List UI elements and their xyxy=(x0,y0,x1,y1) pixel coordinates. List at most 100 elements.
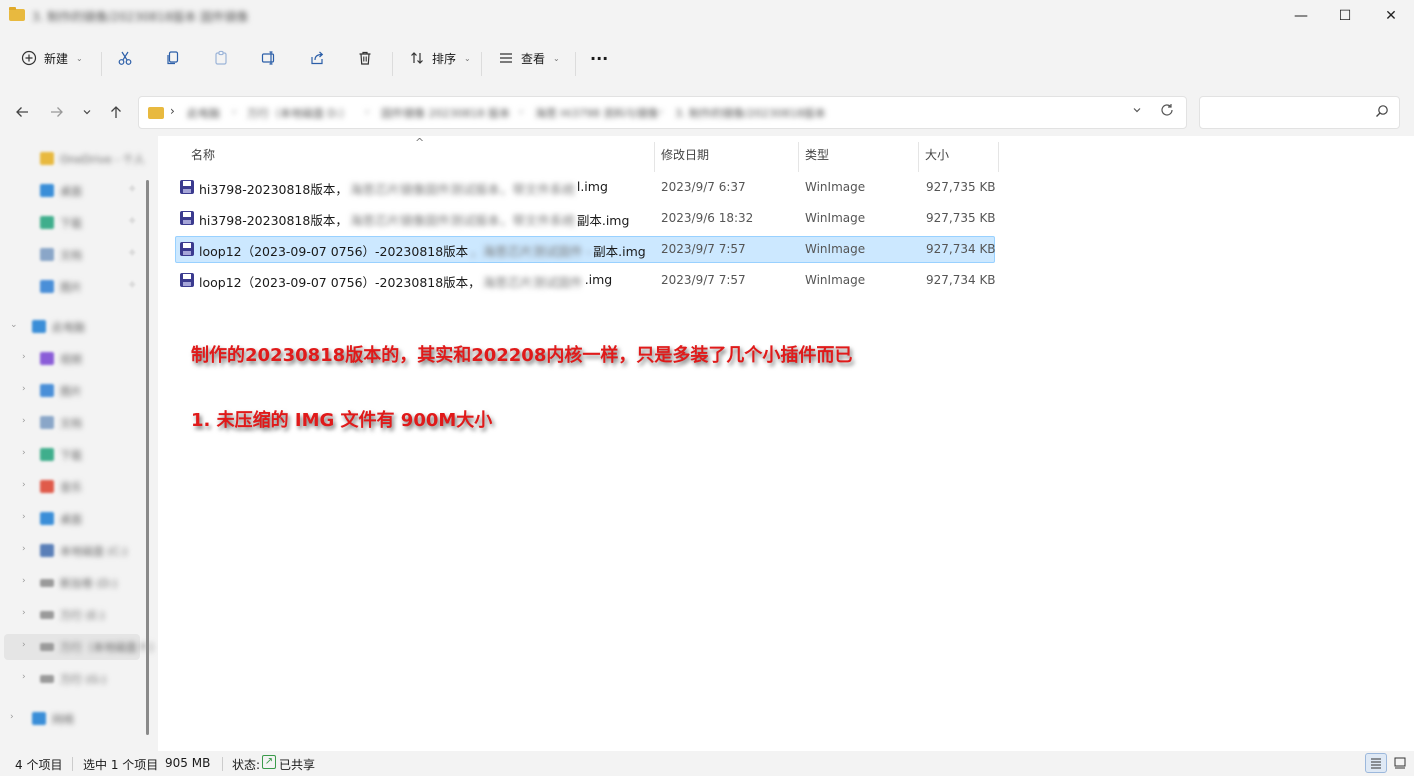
back-arrow-icon[interactable] xyxy=(8,98,36,126)
disk-image-icon xyxy=(180,211,194,225)
file-size: 927,734 KB xyxy=(926,242,996,256)
sidebar-item-label: 视频 xyxy=(60,353,82,366)
sidebar-item-drive-f[interactable]: › 万行（本地磁盘 F:） xyxy=(4,634,161,660)
address-bar[interactable]: › 此电脑 › 万行（本地磁盘 D:） › 固件镜像 20230818 版本 ›… xyxy=(138,96,1187,129)
file-date: 2023/9/7 7:57 xyxy=(661,242,746,256)
sidebar-item-downloads[interactable]: 下载 ✧ xyxy=(0,210,140,236)
address-dropdown-chevron-icon[interactable] xyxy=(1132,105,1142,118)
large-icons-view-icon[interactable] xyxy=(1389,753,1411,773)
refresh-icon[interactable] xyxy=(1160,103,1174,121)
details-view-icon[interactable] xyxy=(1365,753,1387,773)
sidebar-item-label: 图片 xyxy=(60,385,82,398)
chevron-right-icon: › xyxy=(22,640,26,650)
file-row[interactable]: hi3798-20230818版本， 海思芯片镜像固件测试版本，带文件系统 副本.i… xyxy=(175,205,996,232)
command-bar: 新建 ⌄ 排序 ⌄ 查看 ⌄ ··· xyxy=(0,32,1414,84)
sidebar-item-label: 万行 (E:) xyxy=(60,609,105,622)
file-type: WinImage xyxy=(805,211,866,225)
column-header-modified[interactable]: 修改日期 xyxy=(661,146,709,163)
recent-locations-chevron-icon[interactable] xyxy=(74,98,100,126)
sidebar-item-onedrive[interactable]: OneDrive - 个人 xyxy=(0,146,145,172)
file-row-selected[interactable]: loop12（2023-09-07 0756）-20230818版本 ，海思芯片测… xyxy=(175,236,996,263)
file-row[interactable]: hi3798-20230818版本， 海思芯片镜像固件测试版本，带文件系统 l.im… xyxy=(175,174,996,201)
breadcrumb-separator: › xyxy=(232,105,237,118)
chevron-down-icon: ⌄ xyxy=(553,53,560,63)
view-label: 查看 xyxy=(521,51,546,66)
file-date: 2023/9/7 6:37 xyxy=(661,180,746,194)
sidebar-scrollbar[interactable] xyxy=(146,180,149,735)
sidebar-item-this-pc[interactable]: ⌄ 此电脑 xyxy=(0,314,140,340)
chevron-right-icon: › xyxy=(22,352,26,362)
column-header-name[interactable]: 名称 xyxy=(191,146,215,163)
file-date: 2023/9/7 7:57 xyxy=(661,273,746,287)
sidebar-item-documents[interactable]: 文档 ✧ xyxy=(0,242,140,268)
file-type: WinImage xyxy=(805,242,866,256)
close-button[interactable]: ✕ xyxy=(1368,0,1414,32)
plus-circle-icon xyxy=(20,49,38,67)
column-divider[interactable] xyxy=(998,142,999,172)
toolbar-divider xyxy=(392,52,393,76)
sidebar-item-label: 网络 xyxy=(52,713,74,726)
column-divider[interactable] xyxy=(654,142,655,172)
sidebar-item-music[interactable]: › 音乐 xyxy=(0,474,140,500)
selected-size: 905 MB xyxy=(165,756,211,770)
shared-icon: ↗ xyxy=(262,755,276,769)
sidebar-item-label: 本地磁盘 (C:) xyxy=(60,545,128,558)
scissors-icon xyxy=(116,49,134,67)
breadcrumb-item[interactable]: 固件镜像 20230818 版本 xyxy=(381,105,510,121)
copy-button[interactable] xyxy=(164,42,182,74)
chevron-right-icon: › xyxy=(22,672,26,682)
drive-icon xyxy=(40,675,54,683)
search-input[interactable] xyxy=(1199,96,1400,129)
paste-button[interactable] xyxy=(212,42,230,74)
rename-button[interactable] xyxy=(260,42,278,74)
video-icon xyxy=(40,352,54,365)
up-arrow-icon[interactable] xyxy=(102,98,130,126)
sidebar-item-pictures-pc[interactable]: › 图片 xyxy=(0,378,140,404)
breadcrumb-separator: › xyxy=(365,105,370,118)
breadcrumb-separator: › xyxy=(170,104,175,118)
status-divider xyxy=(72,757,73,771)
sidebar-item-downloads-pc[interactable]: › 下载 xyxy=(0,442,140,468)
chevron-right-icon: › xyxy=(22,544,26,554)
breadcrumb-item[interactable]: 3. 制作的镜像/20230818版本 xyxy=(675,105,826,121)
pin-icon: ✧ xyxy=(128,280,137,291)
sidebar-item-network[interactable]: › 网络 xyxy=(0,706,140,732)
breadcrumb-item[interactable]: 海思 Hi3798 资料与镜像 xyxy=(535,105,658,121)
maximize-button[interactable]: ☐ xyxy=(1322,0,1368,32)
more-options-button[interactable]: ··· xyxy=(590,42,608,74)
column-divider[interactable] xyxy=(798,142,799,172)
column-header-type[interactable]: 类型 xyxy=(805,146,829,163)
share-button[interactable] xyxy=(308,42,326,74)
picture-icon xyxy=(40,384,54,397)
sidebar-item-pictures[interactable]: 图片 ✧ xyxy=(0,274,140,300)
view-button[interactable]: 查看 ⌄ xyxy=(497,42,560,74)
state-label: 状态: xyxy=(232,758,261,772)
sidebar-item-drive-g[interactable]: › 万行 (G:) xyxy=(0,666,140,692)
breadcrumb-item[interactable]: 万行（本地磁盘 D:） xyxy=(247,105,351,121)
sidebar-item-videos[interactable]: › 视频 xyxy=(0,346,140,372)
disk-image-icon xyxy=(180,242,194,256)
delete-button[interactable] xyxy=(356,42,374,74)
sidebar-item-drive-e[interactable]: › 万行 (E:) xyxy=(0,602,140,628)
document-icon xyxy=(40,248,54,261)
cut-button[interactable] xyxy=(116,42,134,74)
new-button[interactable]: 新建 ⌄ xyxy=(20,42,83,74)
sidebar-item-drive-d[interactable]: › 新加卷 (D:) xyxy=(0,570,140,596)
column-header-size[interactable]: 大小 xyxy=(925,146,949,163)
sort-button[interactable]: 排序 ⌄ xyxy=(408,42,471,74)
sidebar-item-desktop-pc[interactable]: › 桌面 xyxy=(0,506,140,532)
forward-arrow-icon[interactable] xyxy=(43,98,71,126)
sidebar-item-drive-c[interactable]: › 本地磁盘 (C:) xyxy=(0,538,140,564)
minimize-button[interactable]: — xyxy=(1278,0,1324,32)
file-type: WinImage xyxy=(805,180,866,194)
pin-icon: ✧ xyxy=(128,184,137,195)
desktop-icon xyxy=(40,184,54,197)
chevron-right-icon: › xyxy=(22,416,26,426)
disk-image-icon xyxy=(180,180,194,194)
sidebar-item-documents-pc[interactable]: › 文档 xyxy=(0,410,140,436)
file-row[interactable]: loop12（2023-09-07 0756）-20230818版本， 海思芯片测… xyxy=(175,267,996,294)
column-divider[interactable] xyxy=(918,142,919,172)
drive-icon xyxy=(40,611,54,619)
sidebar-item-desktop[interactable]: 桌面 ✧ xyxy=(0,178,140,204)
breadcrumb-item[interactable]: 此电脑 xyxy=(187,105,220,121)
